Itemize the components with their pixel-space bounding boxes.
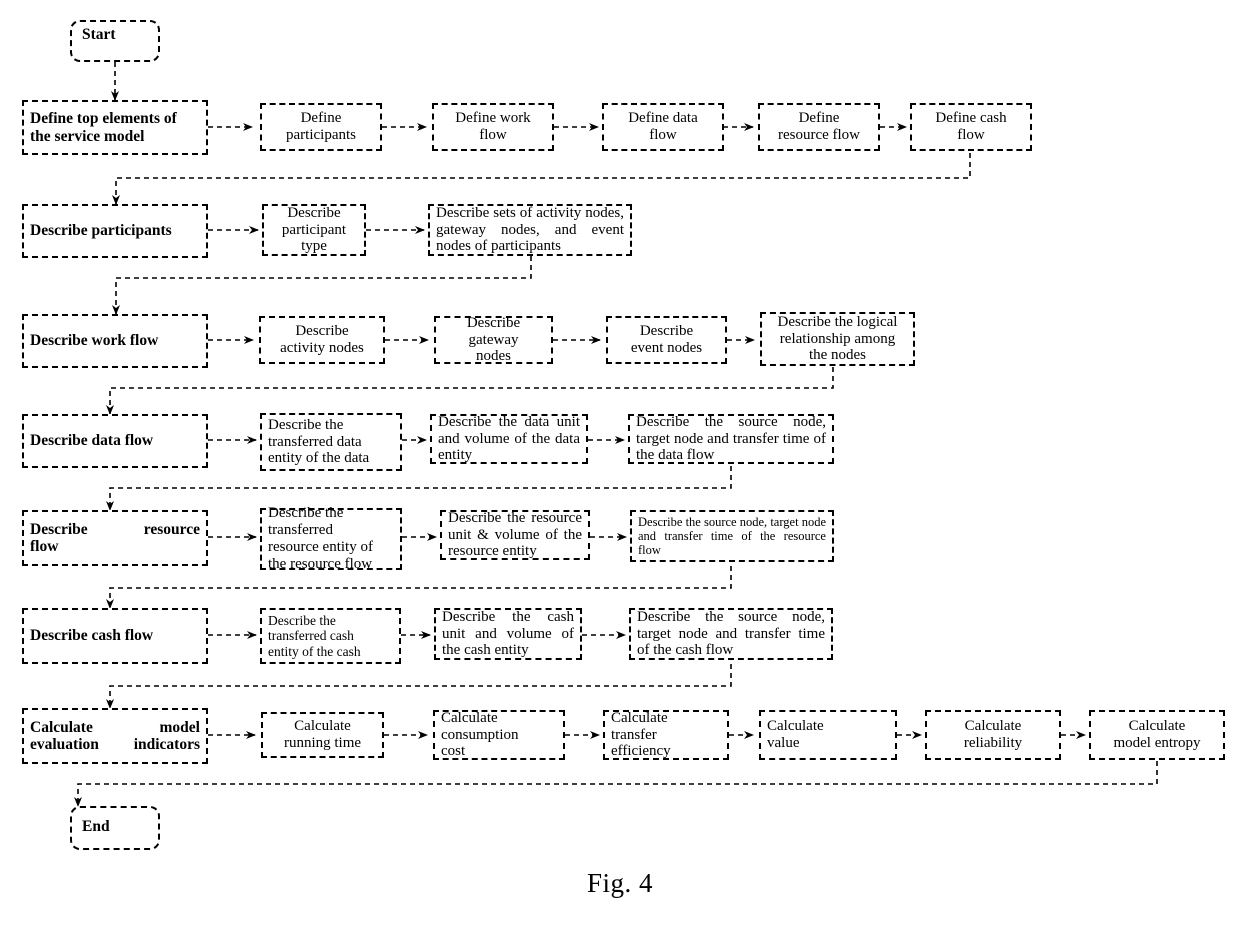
step-describe-transferred-data-entity[interactable]: Describe the transferred data entity of … [260, 413, 402, 471]
start-node[interactable]: Start [70, 20, 160, 62]
step-label: Describe resource flow [30, 520, 200, 555]
step-label: Define data flow [628, 110, 698, 143]
step-describe-participant-type[interactable]: Describe participant type [262, 204, 366, 256]
step-label: Describe the transferred cash entity of … [268, 613, 361, 659]
step-label: Describe the cash unit and volume of the… [442, 608, 574, 659]
step-label: Calculate model evaluation indicators [30, 718, 200, 753]
step-calculate-consumption-cost[interactable]: Calculate consumption cost [433, 710, 565, 760]
step-label: Describe cash flow [30, 627, 154, 645]
step-label: Describe the logical relationship among … [777, 313, 898, 364]
step-label: Define work flow [455, 110, 531, 143]
step-describe-logical-relationship[interactable]: Describe the logical relationship among … [760, 312, 915, 366]
step-label: Calculate value [767, 718, 824, 751]
step-describe-event-nodes[interactable]: Describe event nodes [606, 316, 727, 364]
step-calculate-running-time[interactable]: Calculate running time [261, 712, 384, 758]
step-describe-work-flow[interactable]: Describe work flow [22, 314, 208, 368]
step-describe-transferred-resource-entity[interactable]: Describe the transferred resource entity… [260, 505, 402, 572]
step-label: Describe the source node, target node an… [636, 413, 826, 464]
step-describe-node-sets[interactable]: Describe sets of activity nodes, gateway… [428, 204, 632, 256]
step-label: Describe event nodes [630, 323, 703, 356]
step-label: Calculate reliability [963, 718, 1023, 751]
step-describe-resource-flow-nodes[interactable]: Describe the source node, target node an… [630, 510, 834, 562]
step-calculate-value[interactable]: Calculate value [759, 710, 897, 760]
step-define-resource-flow[interactable]: Define resource flow [758, 103, 880, 151]
step-describe-cash-flow[interactable]: Describe cash flow [22, 608, 208, 664]
step-describe-data-flow-nodes[interactable]: Describe the source node, target node an… [628, 414, 834, 464]
step-calculate-reliability[interactable]: Calculate reliability [925, 710, 1061, 760]
figure-caption: Fig. 4 [586, 868, 654, 898]
step-describe-gateway-nodes[interactable]: Describe gateway nodes [434, 314, 553, 365]
step-label: Describe gateway nodes [466, 314, 521, 365]
step-describe-data-unit-volume[interactable]: Describe the data unit and volume of the… [430, 414, 588, 464]
step-describe-resource-unit-volume[interactable]: Describe the resource unit & volume of t… [440, 510, 590, 560]
step-define-cash-flow[interactable]: Define cash flow [910, 103, 1032, 151]
step-label: Define cash flow [935, 110, 1007, 143]
step-label: Calculate consumption cost [441, 709, 519, 760]
flowchart-canvas: Start End Define top elements of the ser… [0, 0, 1240, 928]
step-label: Describe the transferred resource entity… [268, 505, 373, 572]
step-label: Describe data flow [30, 432, 154, 450]
end-node[interactable]: End [70, 806, 160, 850]
step-label: Calculate transfer efficiency [611, 709, 671, 760]
step-calculate-indicators[interactable]: Calculate model evaluation indicators [22, 708, 208, 764]
step-label: Describe work flow [30, 332, 159, 350]
step-label: Describe activity nodes [280, 323, 364, 356]
step-label: Describe the transferred data entity of … [268, 416, 370, 467]
step-label: Describe sets of activity nodes, gateway… [436, 204, 624, 255]
step-define-top-elements[interactable]: Define top elements of the service model [22, 100, 208, 155]
step-label: Describe the data unit and volume of the… [438, 413, 580, 464]
step-label: Describe participants [30, 222, 172, 240]
step-label: Define top elements of the service model [30, 110, 177, 145]
step-describe-participants[interactable]: Describe participants [22, 204, 208, 258]
step-label: Define participants [286, 110, 356, 143]
step-label: Define resource flow [777, 110, 861, 143]
step-describe-cash-unit-volume[interactable]: Describe the cash unit and volume of the… [434, 608, 582, 660]
step-describe-data-flow[interactable]: Describe data flow [22, 414, 208, 468]
step-label: Describe the source node, target node an… [637, 608, 825, 659]
step-calculate-model-entropy[interactable]: Calculate model entropy [1089, 710, 1225, 760]
step-describe-cash-flow-nodes[interactable]: Describe the source node, target node an… [629, 608, 833, 660]
step-define-participants[interactable]: Define participants [260, 103, 382, 151]
step-label: Calculate running time [283, 718, 362, 751]
step-calculate-transfer-efficiency[interactable]: Calculate transfer efficiency [603, 710, 729, 760]
step-label: Describe the resource unit & volume of t… [448, 509, 582, 560]
step-describe-resource-flow[interactable]: Describe resource flow [22, 510, 208, 566]
step-label: Calculate model entropy [1113, 718, 1201, 751]
step-describe-activity-nodes[interactable]: Describe activity nodes [259, 316, 385, 364]
end-label: End [82, 817, 110, 835]
step-label: Describe participant type [281, 204, 347, 255]
step-label: Describe the source node, target node an… [638, 515, 826, 557]
start-label: Start [82, 26, 116, 43]
step-define-data-flow[interactable]: Define data flow [602, 103, 724, 151]
step-describe-transferred-cash-entity[interactable]: Describe the transferred cash entity of … [260, 608, 401, 664]
step-define-work-flow[interactable]: Define work flow [432, 103, 554, 151]
